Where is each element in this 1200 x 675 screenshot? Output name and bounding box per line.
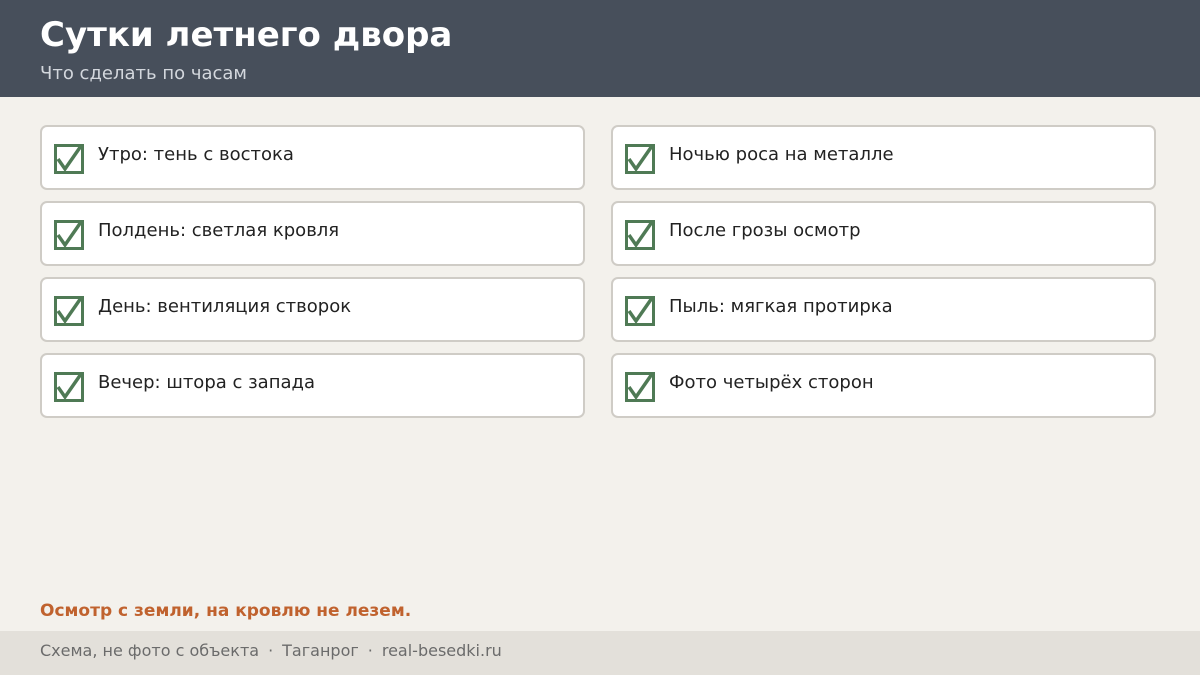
checklist-item-label: Ночью роса на металле [669, 144, 894, 165]
checklist-item[interactable]: Полдень: светлая кровля [40, 201, 585, 266]
safety-warning: Осмотр с земли, на кровлю не лезем. [40, 601, 412, 621]
checkbox-checked-icon[interactable] [625, 296, 655, 326]
checkbox-checked-icon[interactable] [625, 372, 655, 402]
footer-separator: · [268, 641, 274, 660]
checkbox-checked-icon[interactable] [54, 220, 84, 250]
footer-site-link[interactable]: real-besedki.ru [382, 641, 502, 660]
checklist-item-label: Утро: тень с востока [98, 144, 294, 165]
checklist-item[interactable]: Вечер: штора с запада [40, 353, 585, 418]
checkbox-checked-icon[interactable] [54, 372, 84, 402]
checkbox-checked-icon[interactable] [625, 220, 655, 250]
checkbox-checked-icon[interactable] [54, 296, 84, 326]
header: Сутки летнего двора Что сделать по часам [0, 0, 1200, 97]
checklist: Утро: тень с востока Ночью роса на метал… [40, 125, 1156, 418]
page-title: Сутки летнего двора [40, 15, 453, 55]
checklist-item[interactable]: Фото четырёх сторон [611, 353, 1156, 418]
footer-note: Схема, не фото с объекта [40, 641, 260, 660]
page-subtitle: Что сделать по часам [40, 63, 247, 84]
footer-city: Таганрог [282, 641, 359, 660]
checklist-item[interactable]: Пыль: мягкая протирка [611, 277, 1156, 342]
checklist-item-label: Пыль: мягкая протирка [669, 296, 893, 317]
page: Сутки летнего двора Что сделать по часам… [0, 0, 1200, 675]
checklist-item-label: Вечер: штора с запада [98, 372, 315, 393]
footer-text: Схема, не фото с объекта · Таганрог · real-b… [40, 639, 502, 663]
footer-separator: · [367, 641, 373, 660]
checklist-item-label: Фото четырёх сторон [669, 372, 874, 393]
checklist-item[interactable]: День: вентиляция створок [40, 277, 585, 342]
checklist-item-label: После грозы осмотр [669, 220, 861, 241]
checklist-item[interactable]: После грозы осмотр [611, 201, 1156, 266]
checkbox-checked-icon[interactable] [54, 144, 84, 174]
checklist-item-label: Полдень: светлая кровля [98, 220, 340, 241]
checklist-item[interactable]: Ночью роса на металле [611, 125, 1156, 190]
checklist-item[interactable]: Утро: тень с востока [40, 125, 585, 190]
checklist-item-label: День: вентиляция створок [98, 296, 352, 317]
footer: Схема, не фото с объекта · Таганрог · real-b… [0, 631, 1200, 675]
checkbox-checked-icon[interactable] [625, 144, 655, 174]
